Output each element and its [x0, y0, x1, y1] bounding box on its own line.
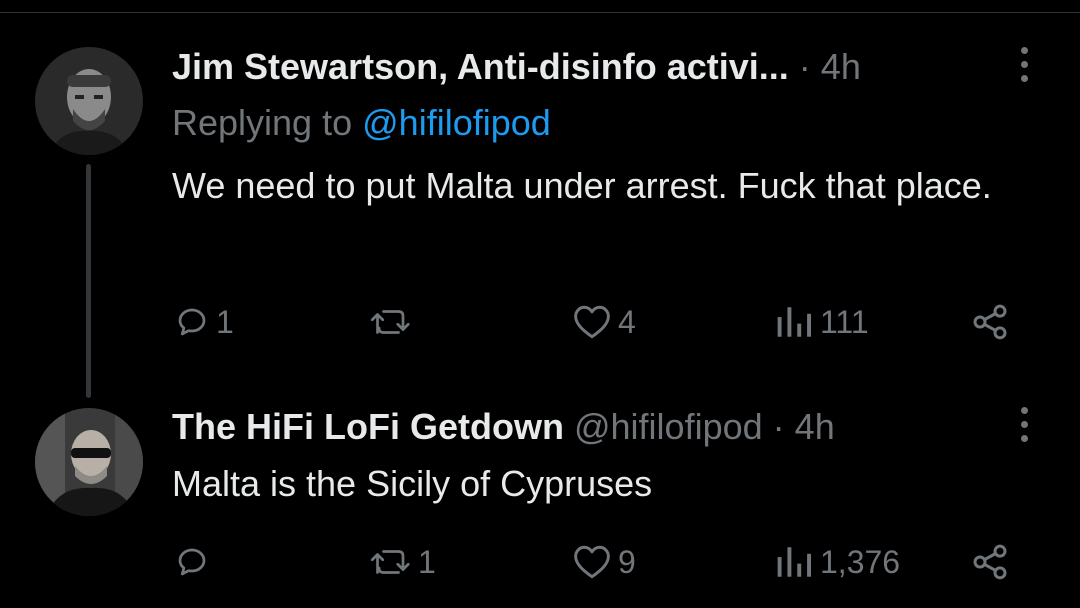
author-name[interactable]: Jim Stewartson, Anti-disinfo activi...: [172, 46, 789, 87]
author-name[interactable]: The HiFi LoFi Getdown: [172, 406, 564, 447]
reply-icon: [178, 308, 206, 336]
share-icon: [973, 304, 1007, 340]
timestamp[interactable]: 4h: [821, 46, 861, 87]
separator-dot: ·: [798, 46, 811, 87]
views-button[interactable]: 1,376: [774, 542, 900, 582]
tweet-text: We need to put Malta under arrest. Fuck …: [172, 165, 992, 206]
views-button[interactable]: 111: [774, 302, 869, 342]
repost-button[interactable]: 1: [370, 542, 436, 582]
avatar[interactable]: [35, 408, 143, 516]
repost-count: 1: [418, 543, 436, 580]
replying-to: Replying to @hifilofipod: [172, 101, 551, 145]
like-button[interactable]: 4: [572, 302, 636, 342]
timestamp[interactable]: 4h: [795, 406, 835, 447]
author-handle[interactable]: @hifilofipod: [574, 406, 763, 447]
avatar-photo-icon: [35, 408, 143, 516]
reply-icon: [178, 548, 206, 576]
repost-icon: [370, 310, 410, 334]
like-count: 9: [618, 543, 636, 580]
replying-label: Replying to: [172, 102, 353, 143]
view-count: 1,376: [820, 543, 901, 580]
share-button[interactable]: [970, 302, 1010, 342]
separator-dot: ·: [772, 406, 785, 447]
avatar-photo-icon: [35, 47, 143, 155]
share-icon: [973, 544, 1007, 580]
replying-handle-link[interactable]: @hifilofipod: [362, 102, 551, 143]
views-chart-icon: [777, 307, 812, 337]
heart-icon: [574, 545, 610, 579]
like-button[interactable]: 9: [572, 542, 636, 582]
reply-button[interactable]: [174, 542, 216, 582]
repost-button[interactable]: [370, 302, 418, 342]
share-button[interactable]: [970, 542, 1010, 582]
thread-connector: [86, 164, 91, 398]
reply-button[interactable]: 1: [174, 302, 234, 342]
repost-icon: [370, 550, 410, 574]
tweet-text: Malta is the Sicily of Cypruses: [172, 463, 653, 504]
heart-icon: [574, 305, 610, 339]
avatar[interactable]: [35, 47, 143, 155]
views-chart-icon: [777, 547, 812, 577]
like-count: 4: [618, 303, 636, 340]
tweet-header: The HiFi LoFi Getdown @hifilofipod · 4h: [172, 405, 835, 449]
more-options-icon[interactable]: [1018, 407, 1030, 447]
view-count: 111: [820, 303, 869, 340]
more-options-icon[interactable]: [1018, 47, 1030, 87]
top-divider: [0, 12, 1080, 13]
tweet-header: Jim Stewartson, Anti-disinfo activi... ·…: [172, 45, 861, 89]
reply-count: 1: [216, 303, 234, 340]
